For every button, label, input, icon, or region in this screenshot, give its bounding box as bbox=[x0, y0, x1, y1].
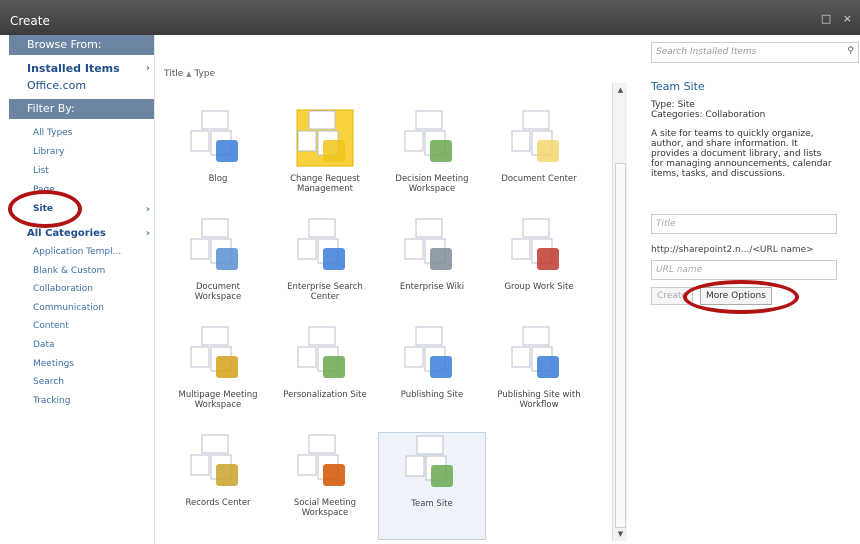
template-tile[interactable]: Personalization Site bbox=[271, 324, 379, 432]
scroll-up-icon[interactable]: ▲ bbox=[613, 83, 628, 97]
template-tile[interactable]: Multipage Meeting Workspace bbox=[164, 324, 272, 432]
template-label: Multipage Meeting Workspace bbox=[178, 390, 258, 410]
template-label: Publishing Site with Workflow bbox=[497, 390, 581, 410]
template-icon bbox=[188, 216, 248, 276]
template-label: Group Work Site bbox=[504, 282, 574, 292]
chevron-right-icon: › bbox=[145, 63, 150, 74]
template-label: Decision Meeting Workspace bbox=[395, 174, 469, 194]
filter-library[interactable]: Library bbox=[9, 143, 154, 162]
template-icon bbox=[403, 433, 463, 493]
template-gallery: Blog Change Request Management Decision Me… bbox=[158, 56, 611, 541]
template-label: Enterprise Wiki bbox=[399, 282, 465, 292]
template-label: Enterprise Search Center bbox=[287, 282, 363, 302]
scroll-down-icon[interactable]: ▼ bbox=[613, 527, 628, 541]
dialog-title: Create bbox=[10, 14, 50, 28]
template-icon bbox=[188, 108, 248, 168]
url-name-input[interactable]: URL name bbox=[651, 260, 837, 280]
browse-from-header: Browse From: bbox=[9, 35, 154, 55]
selected-template-meta: Type: Site Categories: Collaboration bbox=[651, 100, 766, 120]
nav-installed-items[interactable]: Installed Items › bbox=[9, 60, 154, 77]
template-icon bbox=[509, 216, 569, 276]
template-icon bbox=[295, 324, 355, 384]
template-tile[interactable]: Social Meeting Workspace bbox=[271, 432, 379, 540]
scroll-thumb[interactable] bbox=[615, 163, 626, 528]
chevron-right-icon: › bbox=[145, 228, 150, 239]
template-tile[interactable]: Publishing Site bbox=[378, 324, 486, 432]
template-tile[interactable]: Change Request Management bbox=[271, 108, 379, 216]
filter-list[interactable]: List bbox=[9, 162, 154, 181]
site-highlight-circle bbox=[8, 190, 82, 228]
category-communication[interactable]: Communication bbox=[9, 299, 154, 318]
category-blank-custom[interactable]: Blank & Custom bbox=[9, 262, 154, 281]
template-tile[interactable]: Group Work Site bbox=[485, 216, 593, 324]
template-label: Team Site bbox=[411, 499, 453, 509]
template-label: Records Center bbox=[185, 498, 251, 508]
template-icon bbox=[188, 324, 248, 384]
filter-all-types[interactable]: All Types bbox=[9, 124, 154, 143]
template-label: Publishing Site bbox=[400, 390, 464, 400]
category-search[interactable]: Search bbox=[9, 373, 154, 392]
template-icon bbox=[509, 324, 569, 384]
window-controls[interactable]: □ × bbox=[821, 12, 856, 25]
search-input[interactable]: Search Installed Items ⚲ bbox=[651, 42, 859, 63]
category-application-templates[interactable]: Application Templ... bbox=[9, 243, 154, 262]
filter-by-header: Filter By: bbox=[9, 99, 154, 119]
template-icon bbox=[402, 324, 462, 384]
template-tile[interactable]: Team Site bbox=[378, 432, 486, 540]
more-options-highlight-circle bbox=[683, 280, 799, 314]
dialog-title-bar: Create □ × bbox=[0, 0, 860, 35]
template-tile[interactable]: Document Workspace bbox=[164, 216, 272, 324]
title-input[interactable]: Title bbox=[651, 214, 837, 234]
template-icon bbox=[509, 108, 569, 168]
template-tile[interactable]: Decision Meeting Workspace bbox=[378, 108, 486, 216]
chevron-right-icon: › bbox=[145, 204, 150, 215]
template-label: Change Request Management bbox=[290, 174, 360, 194]
url-label: http://sharepoint2.n.../<URL name> bbox=[651, 245, 814, 255]
template-icon bbox=[402, 108, 462, 168]
nav-office-com[interactable]: Office.com bbox=[9, 77, 154, 94]
template-tile[interactable]: Publishing Site with Workflow bbox=[485, 324, 593, 432]
template-icon bbox=[402, 216, 462, 276]
gallery-scrollbar[interactable]: ▲ ▼ bbox=[612, 83, 627, 541]
template-label: Blog bbox=[208, 174, 228, 184]
template-icon bbox=[295, 432, 355, 492]
template-tile[interactable]: Blog bbox=[164, 108, 272, 216]
all-categories[interactable]: All Categories › bbox=[9, 224, 154, 243]
template-tile[interactable]: Document Center bbox=[485, 108, 593, 216]
template-label: Social Meeting Workspace bbox=[293, 498, 357, 518]
category-tracking[interactable]: Tracking bbox=[9, 392, 154, 411]
category-meetings[interactable]: Meetings bbox=[9, 355, 154, 374]
selected-template-title: Team Site bbox=[651, 80, 705, 93]
category-collaboration[interactable]: Collaboration bbox=[9, 280, 154, 299]
selected-template-description: A site for teams to quickly organize, au… bbox=[651, 129, 832, 179]
template-icon bbox=[295, 108, 355, 168]
category-content[interactable]: Content bbox=[9, 317, 154, 336]
filter-sidebar: Browse From: Installed Items › Office.com… bbox=[9, 35, 155, 544]
search-icon[interactable]: ⚲ bbox=[847, 46, 854, 56]
template-label: Document Center bbox=[501, 174, 577, 184]
template-label: Personalization Site bbox=[283, 390, 367, 400]
template-tile[interactable]: Enterprise Search Center bbox=[271, 216, 379, 324]
template-icon bbox=[295, 216, 355, 276]
template-tile[interactable]: Enterprise Wiki bbox=[378, 216, 486, 324]
category-data[interactable]: Data bbox=[9, 336, 154, 355]
template-icon bbox=[188, 432, 248, 492]
template-tile[interactable]: Records Center bbox=[164, 432, 272, 540]
template-label: Document Workspace bbox=[194, 282, 242, 302]
